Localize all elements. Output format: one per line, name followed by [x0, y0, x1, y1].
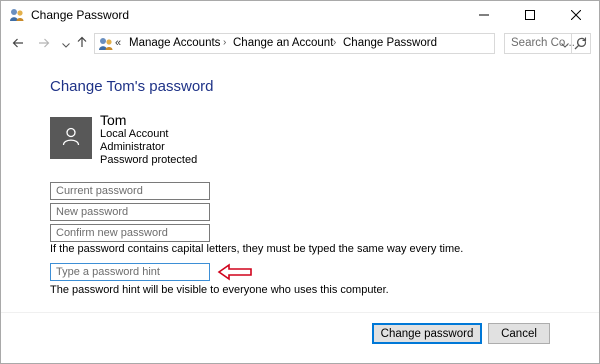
back-button[interactable]: [9, 35, 27, 53]
maximize-icon: [525, 10, 535, 20]
search-icon: [574, 37, 587, 50]
breadcrumb-change-an-account[interactable]: Change an Account: [233, 37, 333, 49]
current-password-field[interactable]: [50, 182, 210, 200]
dialog-footer: Change password Cancel: [1, 312, 599, 364]
account-type: Local Account: [100, 128, 169, 140]
search-placeholder: Search Co...: [511, 37, 575, 49]
avatar: [50, 117, 92, 159]
title-bar: Change Password: [1, 1, 599, 29]
user-name: Tom: [100, 112, 127, 128]
password-hint-field[interactable]: [50, 263, 210, 281]
breadcrumb-separator-icon: ›: [223, 37, 227, 48]
navigation-bar: « Manage Accounts › Change an Account › …: [1, 29, 599, 59]
password-status: Password protected: [100, 154, 198, 166]
up-button[interactable]: [73, 35, 91, 53]
maximize-button[interactable]: [507, 1, 553, 29]
capital-letters-note: If the password contains capital letters…: [50, 243, 464, 255]
breadcrumb-manage-accounts[interactable]: Manage Accounts: [129, 37, 220, 49]
user-icon: [61, 126, 81, 151]
new-password-field[interactable]: [50, 203, 210, 221]
close-button[interactable]: [553, 1, 599, 29]
address-bar[interactable]: « Manage Accounts › Change an Account › …: [94, 33, 586, 54]
account-role: Administrator: [100, 141, 165, 153]
up-arrow-icon: [77, 35, 87, 53]
page-title: Change Tom's password: [50, 78, 214, 95]
control-panel-icon: [98, 36, 114, 52]
close-icon: [571, 10, 581, 20]
back-arrow-icon: [12, 35, 24, 53]
user-accounts-icon: [9, 7, 25, 23]
hint-visibility-note: The password hint will be visible to eve…: [50, 284, 389, 296]
change-password-window: Change Password « Manage Accounts › Chan…: [0, 0, 600, 364]
change-password-button[interactable]: Change password: [372, 323, 482, 344]
chevron-down-icon: [62, 35, 70, 53]
forward-arrow-icon: [38, 35, 50, 53]
search-box[interactable]: Search Co...: [504, 33, 591, 54]
minimize-button[interactable]: [461, 1, 507, 29]
minimize-icon: [479, 10, 489, 20]
cancel-button[interactable]: Cancel: [488, 323, 550, 344]
annotation-arrow-icon: [217, 263, 253, 281]
confirm-password-field[interactable]: [50, 224, 210, 242]
breadcrumb-change-password[interactable]: Change Password: [343, 37, 437, 49]
breadcrumb-separator-icon: ›: [333, 37, 337, 48]
forward-button[interactable]: [35, 35, 53, 53]
window-title: Change Password: [31, 8, 130, 22]
breadcrumb-overflow[interactable]: «: [115, 37, 121, 49]
